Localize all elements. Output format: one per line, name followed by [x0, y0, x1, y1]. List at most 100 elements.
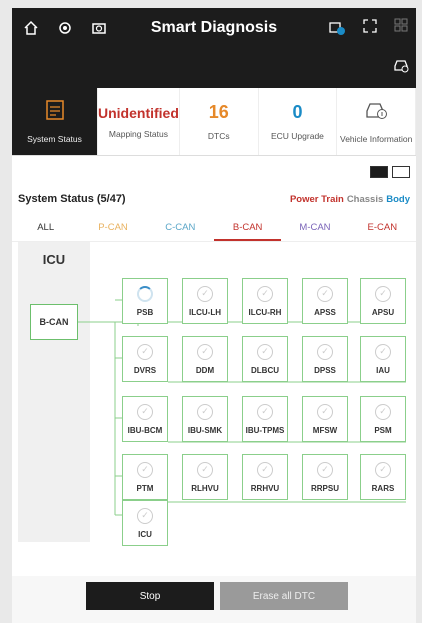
- ecu-label: PSM: [374, 425, 392, 435]
- dtcs-tab[interactable]: 16 DTCs: [180, 88, 259, 155]
- ecu-apsu[interactable]: ✓ APSU: [360, 278, 406, 324]
- ecu-label: IBU-SMK: [187, 425, 223, 435]
- check-circle-icon: ✓: [317, 461, 333, 478]
- ecu-psb[interactable]: PSB: [122, 278, 168, 324]
- check-circle-icon: ✓: [137, 343, 153, 360]
- legend-power-train[interactable]: Power Train: [290, 194, 344, 205]
- grid-icon[interactable]: [394, 18, 408, 41]
- check-circle-icon: ✓: [197, 285, 213, 302]
- header-subbar: [12, 48, 416, 88]
- check-circle-icon: ✓: [375, 403, 391, 420]
- diagram-view-icon[interactable]: [370, 166, 388, 178]
- ecu-label: ILCU-RH: [248, 307, 282, 317]
- system-status-icon: [45, 99, 65, 126]
- ecu-ptm[interactable]: ✓ PTM: [122, 454, 168, 500]
- network-tabs: ALL P-CAN C-CAN B-CAN M-CAN E-CAN: [12, 216, 416, 242]
- stop-button[interactable]: Stop: [86, 582, 214, 610]
- ecu-ilcu-lh[interactable]: ✓ ILCU-LH: [182, 278, 228, 324]
- check-circle-icon: ✓: [197, 403, 213, 420]
- header-toolbar: Smart Diagnosis: [12, 8, 416, 48]
- ecu-apss[interactable]: ✓ APSS: [302, 278, 348, 324]
- bottom-action-bar: Stop Erase all DTC: [12, 576, 416, 623]
- system-legend: Power Train Chassis Body: [290, 194, 410, 205]
- check-circle-icon: ✓: [137, 403, 153, 420]
- ecu-rlhvu[interactable]: ✓ RLHVU: [182, 454, 228, 500]
- icu-panel: ICU B-CAN: [18, 242, 90, 542]
- ecu-mfsw[interactable]: ✓ MFSW: [302, 396, 348, 442]
- ecu-label: ICU: [138, 529, 152, 539]
- ecu-dlbcu[interactable]: ✓ DLBCU: [242, 336, 288, 382]
- tab-m-can[interactable]: M-CAN: [281, 216, 348, 241]
- ecu-label: IBU-TPMS: [245, 425, 285, 435]
- check-circle-icon: ✓: [317, 343, 333, 360]
- ecu-rrhvu[interactable]: ✓ RRHVU: [242, 454, 288, 500]
- loading-spinner-icon: [137, 285, 153, 302]
- ecu-label: RRHVU: [250, 483, 280, 493]
- ecu-icu[interactable]: ✓ ICU: [122, 500, 168, 546]
- summary-strip: System Status Unidentified Mapping Statu…: [12, 88, 416, 156]
- dtcs-value: 16: [208, 102, 229, 122]
- ecu-label: DPSS: [314, 365, 336, 375]
- header-right-icons: [328, 18, 408, 41]
- vehicle-info-label: Vehicle Information: [340, 134, 413, 144]
- legend-chassis[interactable]: Chassis: [347, 194, 383, 205]
- ecu-psm[interactable]: ✓ PSM: [360, 396, 406, 442]
- ecu-iau[interactable]: ✓ IAU: [360, 336, 406, 382]
- ecu-rars[interactable]: ✓ RARS: [360, 454, 406, 500]
- ecu-label: APSU: [371, 307, 395, 317]
- ecu-label: IAU: [376, 365, 390, 375]
- check-circle-icon: ✓: [257, 285, 273, 302]
- tab-c-can[interactable]: C-CAN: [147, 216, 214, 241]
- check-circle-icon: ✓: [317, 403, 333, 420]
- vehicle-info-icon[interactable]: [328, 18, 346, 41]
- mapping-status-label: Mapping Status: [108, 128, 168, 139]
- tab-all[interactable]: ALL: [12, 216, 79, 241]
- check-circle-icon: ✓: [375, 285, 391, 302]
- car-sync-icon[interactable]: [392, 56, 410, 79]
- tab-p-can[interactable]: P-CAN: [79, 216, 146, 241]
- icu-panel-title: ICU: [42, 252, 66, 267]
- fullscreen-icon[interactable]: [362, 18, 378, 41]
- ecu-label: DDM: [195, 365, 215, 375]
- ecu-ibu-smk[interactable]: ✓ IBU-SMK: [182, 396, 228, 442]
- ecu-ddm[interactable]: ✓ DDM: [182, 336, 228, 382]
- ecu-upgrade-value: 0: [292, 102, 303, 122]
- check-circle-icon: ✓: [257, 403, 273, 420]
- vehicle-info-tab[interactable]: Vehicle Information: [337, 88, 416, 155]
- tab-e-can[interactable]: E-CAN: [349, 216, 416, 241]
- ecu-label: RARS: [371, 483, 395, 493]
- erase-all-dtc-button[interactable]: Erase all DTC: [220, 582, 348, 610]
- check-circle-icon: ✓: [317, 285, 333, 302]
- tab-b-can[interactable]: B-CAN: [213, 216, 282, 241]
- ecu-label: ILCU-LH: [189, 307, 221, 317]
- view-toggle: [370, 166, 410, 178]
- b-can-bus-node[interactable]: B-CAN: [30, 304, 78, 340]
- ecu-ilcu-rh[interactable]: ✓ ILCU-RH: [242, 278, 288, 324]
- check-circle-icon: ✓: [197, 343, 213, 360]
- ecu-ibu-bcm[interactable]: ✓ IBU-BCM: [122, 396, 168, 442]
- ecu-ibu-tpms[interactable]: ✓ IBU-TPMS: [242, 396, 288, 442]
- ecu-label: APSS: [314, 307, 336, 317]
- system-status-tab[interactable]: System Status: [12, 88, 98, 155]
- status-title: System Status (5/47): [18, 193, 126, 205]
- check-circle-icon: ✓: [137, 507, 153, 524]
- check-circle-icon: ✓: [257, 343, 273, 360]
- ecu-rrpsu[interactable]: ✓ RRPSU: [302, 454, 348, 500]
- app-header: Smart Diagnosis: [12, 8, 416, 88]
- vehicle-info-icon-large: [364, 99, 388, 126]
- dtcs-label: DTCs: [207, 131, 230, 141]
- mapping-status-value: Unidentified: [98, 104, 179, 121]
- check-circle-icon: ✓: [137, 461, 153, 478]
- list-view-icon[interactable]: [392, 166, 410, 178]
- mapping-status-tab[interactable]: Unidentified Mapping Status: [98, 88, 180, 155]
- legend-body[interactable]: Body: [386, 194, 410, 205]
- check-circle-icon: ✓: [375, 343, 391, 360]
- ecu-label: PSB: [136, 307, 154, 317]
- ecu-upgrade-label: ECU Upgrade: [270, 131, 324, 141]
- ecu-dvrs[interactable]: ✓ DVRS: [122, 336, 168, 382]
- check-circle-icon: ✓: [375, 461, 391, 478]
- ecu-dpss[interactable]: ✓ DPSS: [302, 336, 348, 382]
- status-row: System Status (5/47) Power Train Chassis…: [12, 190, 416, 208]
- check-circle-icon: ✓: [257, 461, 273, 478]
- ecu-upgrade-tab[interactable]: 0 ECU Upgrade: [259, 88, 338, 155]
